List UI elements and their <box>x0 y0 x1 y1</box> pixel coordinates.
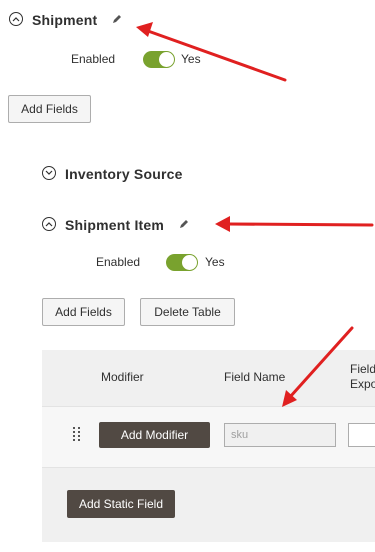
drag-handle-icon[interactable] <box>73 427 81 443</box>
modifier-column-header: Modifier <box>101 370 144 384</box>
field-export-input[interactable] <box>348 423 375 447</box>
edit-pencil-icon[interactable] <box>178 218 190 230</box>
shipment-title[interactable]: Shipment <box>32 12 97 28</box>
shipment-add-fields-button[interactable]: Add Fields <box>8 95 91 123</box>
field-export-column-header-line2: Expo <box>350 377 375 391</box>
shipment-toggle-value: Yes <box>181 52 201 66</box>
field-export-column-header-line1: Field <box>350 362 375 376</box>
delete-table-button[interactable]: Delete Table <box>140 298 235 326</box>
shipment-enabled-label: Enabled <box>71 52 116 66</box>
edit-pencil-icon[interactable] <box>111 13 123 25</box>
add-modifier-button[interactable]: Add Modifier <box>99 422 210 448</box>
shipment-item-toggle-value: Yes <box>205 255 225 269</box>
add-static-field-button[interactable]: Add Static Field <box>67 490 175 518</box>
shipment-item-enabled-toggle[interactable] <box>166 254 198 271</box>
shipment-enabled-toggle[interactable] <box>143 51 175 68</box>
collapse-shipment-item-icon[interactable] <box>42 217 56 231</box>
shipment-item-enabled-label: Enabled <box>96 255 141 269</box>
collapse-shipment-icon[interactable] <box>9 12 23 26</box>
field-name-input[interactable]: sku <box>224 423 336 447</box>
field-name-column-header: Field Name <box>224 370 286 384</box>
inventory-source-title[interactable]: Inventory Source <box>65 166 183 182</box>
shipment-item-add-fields-button[interactable]: Add Fields <box>42 298 125 326</box>
collapse-inventory-source-icon[interactable] <box>42 166 56 180</box>
shipment-item-title[interactable]: Shipment Item <box>65 217 164 233</box>
